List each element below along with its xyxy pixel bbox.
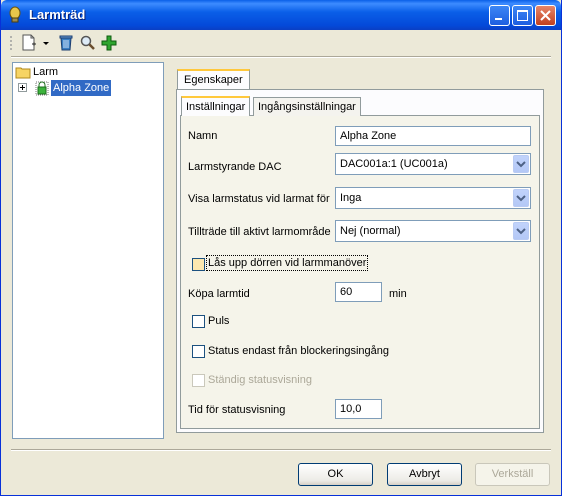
status-dropdown-button[interactable] bbox=[513, 189, 529, 207]
tab-installningar[interactable]: Inställningar bbox=[181, 96, 251, 116]
tab-egenskaper-label: Egenskaper bbox=[184, 74, 243, 86]
new-document-icon[interactable] bbox=[21, 34, 37, 52]
pulse-checkbox[interactable] bbox=[192, 315, 205, 328]
title-bar[interactable]: Larmträd bbox=[1, 0, 561, 30]
tab-ingangsinstallningar-label: Ingångsinställningar bbox=[258, 101, 356, 113]
dac-select[interactable]: DAC001a:1 (UC001a) bbox=[335, 153, 531, 175]
access-select[interactable]: Nej (normal) bbox=[335, 220, 531, 242]
chevron-down-icon bbox=[516, 195, 526, 202]
status-select-value: Inga bbox=[340, 192, 362, 204]
close-button[interactable] bbox=[535, 5, 556, 26]
footer-divider bbox=[11, 449, 551, 451]
minimize-button[interactable] bbox=[489, 5, 510, 26]
status-block-checkbox[interactable] bbox=[192, 345, 205, 358]
tree-root-label[interactable]: Larm bbox=[33, 64, 58, 80]
buy-time-label: Köpa larmtid bbox=[188, 288, 250, 300]
apply-button[interactable]: Verkställ bbox=[475, 463, 550, 486]
chevron-down-icon bbox=[516, 228, 526, 235]
alarm-zone-icon bbox=[35, 81, 49, 96]
folder-icon bbox=[15, 67, 31, 79]
expand-icon[interactable] bbox=[18, 83, 27, 92]
permanent-status-label: Ständig statusvisning bbox=[208, 374, 312, 386]
tab-egenskaper[interactable]: Egenskaper bbox=[177, 69, 250, 89]
magnifier-icon[interactable] bbox=[80, 34, 96, 52]
alarm-bell-icon bbox=[9, 6, 21, 23]
buy-time-field[interactable]: 60 bbox=[335, 282, 382, 302]
ok-button[interactable]: OK bbox=[298, 463, 373, 486]
access-label: Tillträde till aktivt larmområde bbox=[188, 226, 331, 238]
unlock-door-checkbox[interactable] bbox=[192, 258, 205, 271]
name-field[interactable]: Alpha Zone bbox=[335, 126, 531, 146]
minimize-icon bbox=[495, 18, 502, 20]
dialog-window: Larmträd Larm Alpha Zone Egenskaper Inst… bbox=[0, 0, 562, 496]
cancel-button[interactable]: Avbryt bbox=[387, 463, 462, 486]
dac-dropdown-button[interactable] bbox=[513, 155, 529, 173]
buy-time-unit: min bbox=[389, 288, 407, 300]
alarm-tree[interactable]: Larm Alpha Zone bbox=[12, 62, 164, 439]
access-select-value: Nej (normal) bbox=[340, 225, 401, 237]
status-time-label: Tid för statusvisning bbox=[188, 404, 286, 416]
status-block-label: Status endast från blockeringsingång bbox=[208, 345, 390, 357]
close-icon bbox=[540, 10, 551, 21]
permanent-status-checkbox[interactable] bbox=[192, 374, 205, 387]
name-label: Namn bbox=[188, 130, 218, 142]
chevron-down-icon bbox=[516, 161, 526, 168]
dac-label: Larmstyrande DAC bbox=[188, 161, 282, 173]
toolbar-grip bbox=[10, 36, 12, 50]
maximize-button[interactable] bbox=[512, 5, 533, 26]
pulse-label: Puls bbox=[208, 315, 230, 327]
status-time-field[interactable]: 10,0 bbox=[335, 399, 382, 419]
dac-select-value: DAC001a:1 (UC001a) bbox=[340, 158, 448, 170]
tab-installningar-label: Inställningar bbox=[186, 101, 246, 113]
tab-ingangsinstallningar[interactable]: Ingångsinställningar bbox=[253, 97, 361, 116]
tree-item-alpha-zone[interactable]: Alpha Zone bbox=[51, 80, 112, 96]
toolbar bbox=[1, 30, 561, 56]
trash-icon[interactable] bbox=[58, 34, 74, 52]
status-label: Visa larmstatus vid larmat för bbox=[188, 193, 330, 205]
toolbar-divider bbox=[11, 56, 551, 58]
plus-icon[interactable] bbox=[101, 34, 117, 52]
maximize-icon bbox=[517, 10, 528, 21]
unlock-door-label: Lås upp dörren vid larmmanöver bbox=[205, 255, 369, 271]
chevron-down-icon[interactable] bbox=[41, 34, 51, 52]
window-title: Larmträd bbox=[29, 7, 86, 22]
access-dropdown-button[interactable] bbox=[513, 222, 529, 240]
status-select[interactable]: Inga bbox=[335, 187, 531, 209]
